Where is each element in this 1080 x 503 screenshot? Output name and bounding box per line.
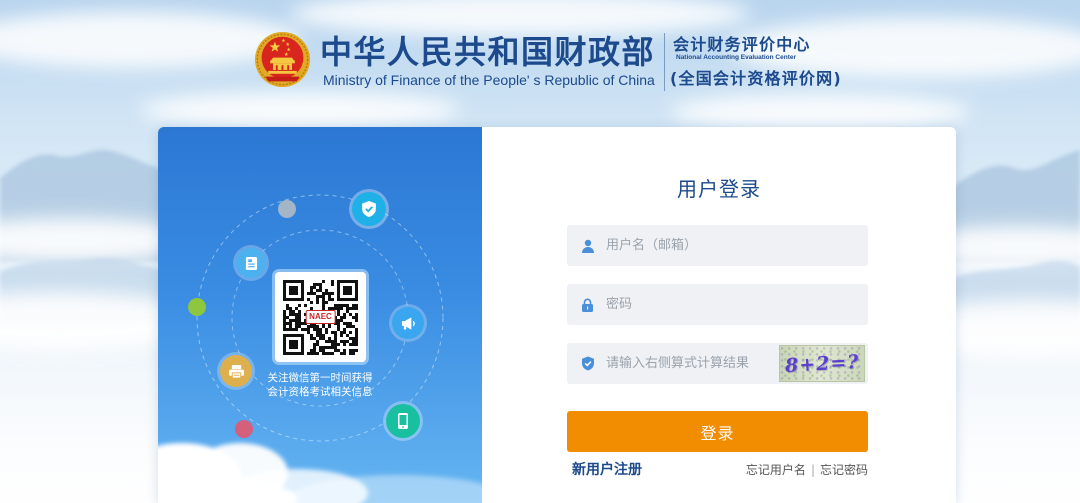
- ministry-title: 中华人民共和国财政部: [320, 33, 656, 71]
- forgot-username-link[interactable]: 忘记用户名: [746, 463, 806, 477]
- username-input[interactable]: [606, 225, 856, 266]
- password-field: [567, 284, 868, 325]
- national-emblem-icon: [254, 31, 311, 88]
- gray-dot: [278, 200, 296, 218]
- forgot-links: 忘记用户名 | 忘记密码: [746, 463, 868, 477]
- qr-caption: 关注微信第一时间获得 会计资格考试相关信息: [158, 371, 482, 399]
- qr-logo: NAEC: [305, 310, 336, 324]
- login-panel: 用户登录 8+2=? 登录 新用户注册 忘记用户名 | 忘记密码: [482, 127, 956, 503]
- captcha-image[interactable]: 8+2=?: [779, 345, 865, 382]
- wechat-qr-box: NAEC: [275, 272, 366, 362]
- register-link[interactable]: 新用户注册: [572, 462, 642, 478]
- document-icon: [236, 248, 266, 278]
- center-title: 会计财务评价中心: [673, 35, 811, 54]
- user-icon: [580, 238, 595, 253]
- login-title: 用户登录: [677, 177, 761, 201]
- captcha-field: 8+2=?: [567, 343, 868, 384]
- password-input[interactable]: [606, 284, 856, 325]
- center-title-english: National Accounting Evaluation Center: [676, 54, 797, 61]
- qr-caption-line: 关注微信第一时间获得: [267, 372, 373, 384]
- ministry-title-english: Ministry of Finance of the People' s Rep…: [323, 72, 655, 88]
- shield-check-icon: [580, 356, 595, 371]
- login-card: NAEC 关注微信第一时间获得 会计资格考试相关信息 用户登录 用户名（邮箱） …: [158, 127, 956, 503]
- username-field: [567, 225, 868, 266]
- forgot-password-link[interactable]: 忘记密码: [820, 463, 868, 477]
- login-button[interactable]: 登录: [567, 411, 868, 452]
- green-dot: [188, 298, 206, 316]
- qr-caption-line: 会计资格考试相关信息: [267, 386, 373, 398]
- megaphone-icon: [392, 307, 424, 339]
- link-separator: |: [810, 463, 815, 477]
- captcha-expression: 8+2=?: [784, 350, 860, 377]
- pink-dot: [235, 420, 253, 438]
- header-divider: [664, 33, 665, 91]
- shield-check-icon: [352, 192, 386, 226]
- site-name: (全国会计资格评价网): [670, 69, 842, 88]
- lock-icon: [580, 297, 595, 312]
- wechat-promo-panel: NAEC 关注微信第一时间获得 会计资格考试相关信息: [158, 127, 482, 503]
- captcha-input[interactable]: [606, 343, 774, 384]
- mobile-phone-icon: [386, 404, 420, 438]
